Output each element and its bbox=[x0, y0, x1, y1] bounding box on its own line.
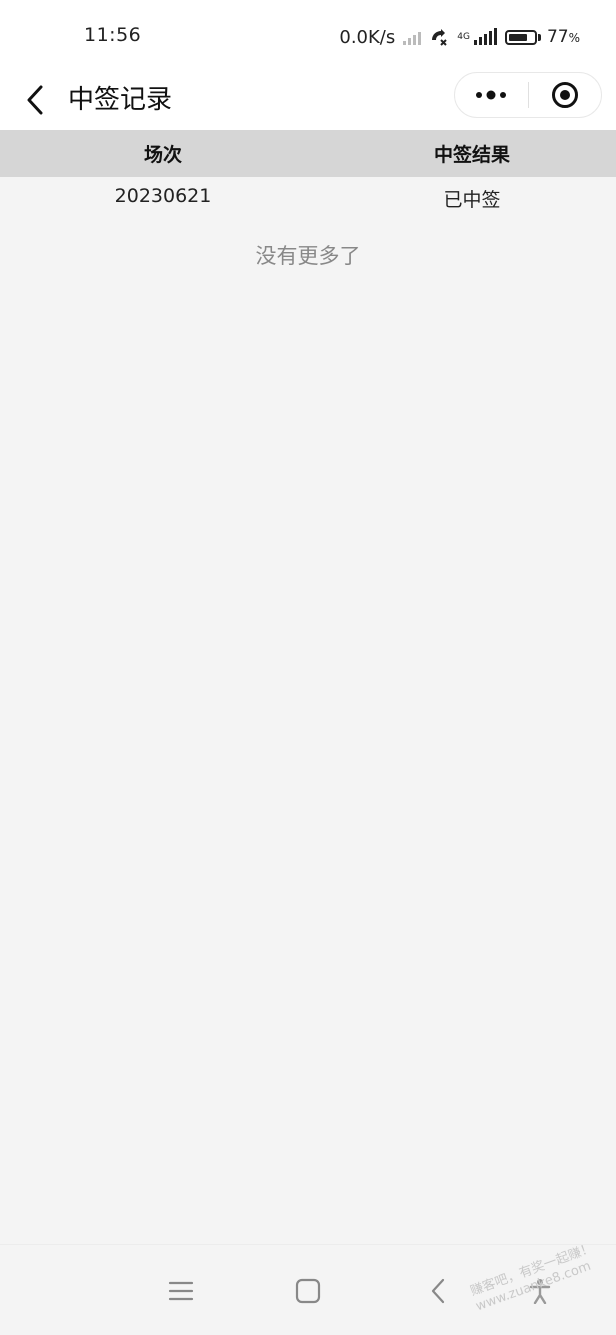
menu-icon bbox=[168, 1281, 194, 1301]
home-square-icon bbox=[295, 1278, 321, 1304]
column-header-result: 中签结果 bbox=[433, 144, 511, 166]
more-button[interactable] bbox=[455, 73, 528, 117]
home-button[interactable] bbox=[288, 1271, 328, 1311]
signal-4g-indicator: 4G bbox=[457, 31, 470, 42]
battery-fill bbox=[508, 33, 528, 41]
cell-result: 已中签 bbox=[443, 189, 501, 211]
battery-icon: 77% bbox=[504, 27, 580, 47]
battery-percent: 77% bbox=[546, 27, 580, 47]
chevron-left-icon bbox=[27, 85, 43, 115]
back-button[interactable] bbox=[18, 80, 52, 120]
status-time: 11:56 bbox=[84, 24, 142, 46]
table-header: 场次 中签结果 bbox=[0, 130, 616, 177]
target-circle-icon bbox=[551, 82, 578, 108]
call-blocked-icon bbox=[432, 29, 447, 46]
page-title: 中签记录 bbox=[68, 85, 173, 115]
system-back-button[interactable] bbox=[418, 1271, 458, 1311]
nav-bar: 中签记录 bbox=[0, 70, 616, 130]
signal-4g-icon bbox=[473, 28, 497, 45]
table-row: 20230621 已中签 bbox=[0, 177, 616, 217]
more-dots-icon bbox=[476, 90, 507, 100]
back-triangle-icon bbox=[431, 1278, 445, 1304]
network-speed: 0.0K/s bbox=[339, 26, 396, 48]
recents-button[interactable] bbox=[161, 1271, 201, 1311]
column-header-session: 场次 bbox=[143, 144, 183, 166]
status-bar: 11:56 0.0K/s 4G 77% bbox=[0, 0, 616, 70]
network-type: 4G bbox=[457, 31, 470, 42]
miniprogram-capsule bbox=[454, 72, 602, 118]
cell-session: 20230621 bbox=[114, 185, 212, 207]
signal-icon bbox=[403, 29, 422, 45]
close-miniprogram-button[interactable] bbox=[529, 73, 602, 117]
status-indicators: 0.0K/s 4G 77% bbox=[339, 24, 580, 50]
no-more-text: 没有更多了 bbox=[255, 244, 361, 268]
